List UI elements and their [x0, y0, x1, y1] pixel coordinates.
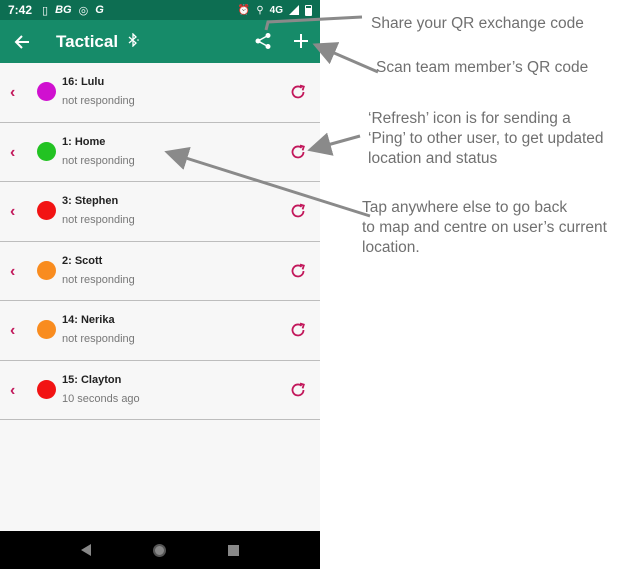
chevron-left-icon[interactable]: ‹	[10, 382, 15, 399]
status-dot	[37, 320, 56, 339]
contact-name: 16: Lulu	[62, 76, 105, 88]
contact-row[interactable]: ‹ 1: Home not responding	[0, 122, 320, 182]
status-dot	[37, 141, 56, 161]
share-icon	[255, 33, 271, 49]
phone-screen: 7:42 ▯ BG ◎ G ⏰ ⚲ 4G Tactical ‹ 16: Lulu…	[0, 0, 320, 569]
contact-status: not responding	[62, 154, 135, 167]
contact-row[interactable]: ‹ 3: Stephen not responding	[0, 182, 320, 242]
contact-status: not responding	[62, 95, 135, 107]
refresh-icon[interactable]	[289, 321, 307, 339]
contact-name: 14: Nerika	[62, 314, 115, 326]
contact-list: ‹ 16: Lulu not responding ‹ 1: Home not respo…	[0, 63, 320, 420]
chevron-left-icon[interactable]: ‹	[10, 263, 15, 280]
annotation-tap: Tap anywhere else to go back to map and …	[362, 198, 607, 258]
nav-home-icon[interactable]	[153, 543, 166, 557]
contact-status: not responding	[62, 333, 135, 345]
plus-icon	[294, 34, 308, 48]
contact-row[interactable]: ‹ 16: Lulu not responding	[0, 63, 320, 123]
status-bar: 7:42 ▯ BG ◎ G ⏰ ⚲ 4G	[0, 0, 320, 20]
chevron-left-icon[interactable]: ‹	[10, 144, 15, 161]
annotation-tap-line-2: to map and centre on user’s current	[362, 219, 607, 236]
annotation-refresh-line-2: ‘Ping’ to other user, to get updated	[368, 130, 604, 147]
chevron-left-icon[interactable]: ‹	[10, 85, 15, 101]
arrow-left-icon	[14, 34, 29, 49]
alarm-icon: ⏰	[237, 4, 251, 16]
navigation-bar	[0, 531, 320, 569]
back-button[interactable]	[0, 20, 44, 63]
arrow-scan	[312, 42, 379, 74]
nav-recents-icon[interactable]	[228, 544, 239, 556]
bluetooth-icon	[126, 32, 140, 50]
contact-name: 1: Home	[62, 135, 106, 148]
refresh-icon[interactable]	[289, 262, 307, 280]
contact-row[interactable]: ‹ 14: Nerika not responding	[0, 301, 320, 361]
camera-icon: ◎	[78, 4, 89, 17]
annotation-tap-line-3: location.	[362, 239, 420, 256]
contact-name: 3: Stephen	[62, 195, 119, 207]
contact-row[interactable]: ‹ 2: Scott not responding	[0, 241, 320, 301]
contact-status: 10 seconds ago	[62, 392, 140, 405]
annotation-tap-line-1: Tap anywhere else to go back	[362, 199, 568, 216]
refresh-icon[interactable]	[289, 143, 307, 161]
contact-status: not responding	[62, 214, 135, 226]
annotation-refresh-line-3: location and status	[368, 150, 498, 167]
annotation-refresh: ‘Refresh’ icon is for sending a ‘Ping’ t…	[368, 109, 604, 169]
page-title: Tactical	[56, 31, 119, 51]
contact-name: 2: Scott	[62, 254, 103, 267]
bg-label: BG	[55, 4, 72, 16]
nav-back-icon[interactable]	[81, 544, 91, 556]
status-dot	[37, 379, 56, 399]
contact-status: not responding	[62, 273, 135, 286]
annotation-scan: Scan team member’s QR code	[376, 59, 589, 76]
status-dot	[37, 82, 56, 101]
network-label: 4G	[269, 4, 283, 16]
refresh-icon[interactable]	[289, 202, 307, 220]
annotation-share: Share your QR exchange code	[371, 15, 584, 32]
google-label: G	[95, 4, 104, 16]
contact-name: 15: Clayton	[62, 373, 122, 386]
location-icon: ⚲	[256, 4, 264, 16]
refresh-icon[interactable]	[289, 83, 307, 101]
chevron-left-icon[interactable]: ‹	[10, 323, 15, 339]
contact-row[interactable]: ‹ 15: Clayton 10 seconds ago	[0, 360, 320, 420]
sim-icon: ▯	[42, 4, 49, 17]
share-button[interactable]	[250, 28, 276, 54]
chevron-left-icon[interactable]: ‹	[10, 204, 15, 220]
status-dot	[37, 201, 56, 220]
battery-icon	[305, 4, 312, 16]
arrow-refresh	[307, 132, 361, 156]
signal-icon	[289, 5, 299, 15]
status-time: 7:42	[8, 3, 33, 17]
refresh-icon[interactable]	[289, 381, 307, 399]
status-dot	[37, 260, 56, 280]
add-member-button[interactable]	[288, 28, 314, 54]
annotation-refresh-line-1: ‘Refresh’ icon is for sending a	[368, 110, 571, 127]
app-bar: Tactical	[0, 20, 320, 63]
